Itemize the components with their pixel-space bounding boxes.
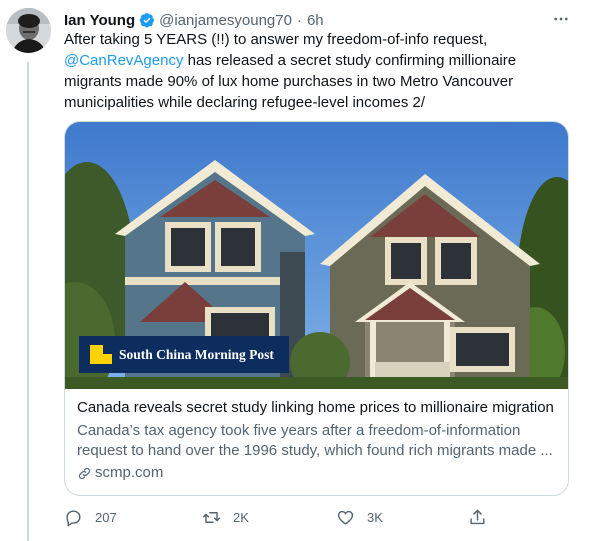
text-span: After taking 5 YEARS (!!) to answer my f… (64, 31, 488, 48)
tweet-text-line: After taking 5 YEARS (!!) to answer my f… (64, 29, 574, 50)
tweet-text-line: migrants made 90% of lux home purchases … (64, 71, 574, 92)
link-preview-card[interactable]: South China Morning Post Canada reveals … (64, 121, 569, 496)
share-icon (470, 509, 485, 525)
reply-icon (66, 510, 81, 527)
tweet-timestamp[interactable]: 6h (307, 12, 324, 29)
share-button[interactable] (468, 508, 499, 527)
mention-link[interactable]: @CanRevAgency (64, 52, 183, 69)
retweet-button[interactable]: 2K (202, 508, 249, 527)
text-span: municipalities while declaring refugee-l… (64, 94, 426, 111)
card-description-line: request to hand over the 1996 study, whi… (77, 442, 553, 459)
retweet-icon (202, 512, 221, 523)
card-description-line: Canada’s tax agency took five years afte… (77, 422, 521, 439)
tweet-text-line: municipalities while declaring refugee-l… (64, 92, 574, 113)
reply-count: 207 (95, 510, 117, 525)
author-handle[interactable]: @ianjamesyoung70 (159, 12, 292, 29)
tweet-actions: 207 2K 3K (64, 508, 504, 530)
tweet-text-line: @CanRevAgency has released a secret stud… (64, 50, 574, 71)
text-span: has released a secret study confirming m… (183, 52, 517, 69)
card-domain: scmp.com (77, 463, 562, 483)
text-span: migrants made 90% of lux home purchases … (64, 73, 514, 90)
card-domain-text: scmp.com (95, 464, 164, 481)
source-badge: South China Morning Post (79, 336, 289, 373)
card-title[interactable]: Canada reveals secret study linking home… (77, 398, 562, 418)
tweet-text: After taking 5 YEARS (!!) to answer my f… (64, 29, 574, 113)
scmp-logo-icon (90, 345, 112, 364)
verified-badge-icon (139, 12, 155, 28)
avatar[interactable] (6, 8, 51, 53)
link-icon (78, 467, 91, 479)
source-badge-label: South China Morning Post (119, 346, 274, 362)
tweet-header: Ian Young @ianjamesyoung70 · 6h (64, 9, 574, 31)
author-name[interactable]: Ian Young (64, 12, 135, 29)
separator-dot: · (296, 11, 302, 29)
retweet-count: 2K (233, 510, 249, 525)
like-button[interactable]: 3K (336, 508, 383, 527)
avatar-photo (6, 8, 51, 53)
reply-button[interactable]: 207 (64, 508, 117, 527)
card-body: Canada reveals secret study linking home… (77, 398, 562, 483)
card-image: South China Morning Post (65, 122, 568, 389)
thread-connector-line (27, 62, 29, 541)
like-icon (337, 510, 354, 525)
more-dots-icon[interactable] (550, 10, 572, 28)
card-description: Canada’s tax agency took five years afte… (77, 421, 562, 461)
like-count: 3K (367, 510, 383, 525)
